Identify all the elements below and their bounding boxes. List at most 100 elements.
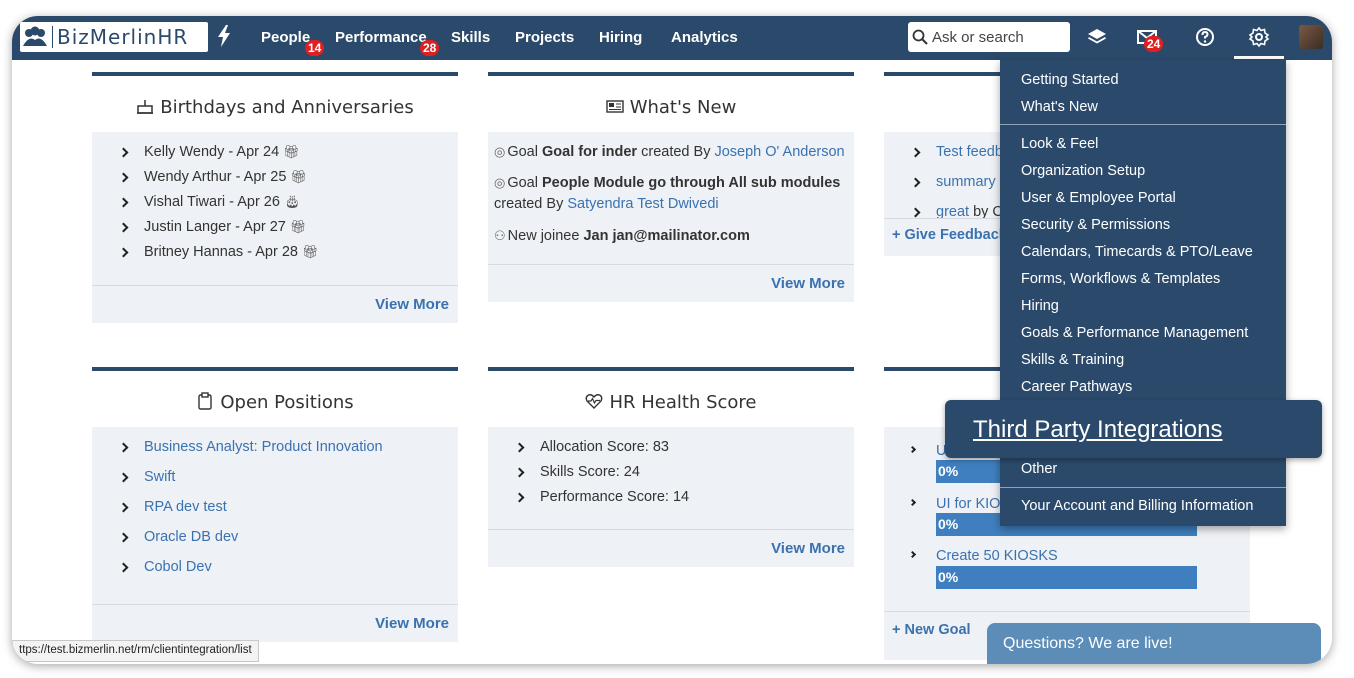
birthdays-card: Birthdays and Anniversaries Kelly Wendy … [92,72,458,323]
whats-new-view-more[interactable]: View More [488,264,854,302]
menu-item-hiring[interactable]: Hiring [1021,298,1059,314]
settings-active-indicator [1234,56,1284,59]
gift-icon: 🎁︎ [289,219,307,234]
hr-health-list: Allocation Score: 83 Skills Score: 24 Pe… [488,427,854,514]
target-icon: ◎ [494,144,506,159]
menu-item-forms[interactable]: Forms, Workflows & Templates [1021,271,1220,287]
menu-item-calendars[interactable]: Calendars, Timecards & PTO/Leave [1021,244,1253,260]
menu-item-account-billing[interactable]: Your Account and Billing Information [1021,498,1253,514]
menu-item-organization-setup[interactable]: Organization Setup [1021,163,1145,179]
search-icon [912,29,928,45]
birthday-list: Kelly Wendy - Apr 24 🎁︎ Wendy Arthur - Ap… [92,132,458,269]
newspaper-icon [605,100,624,113]
list-item: Britney Hannas - Apr 28 🎁︎ [118,244,458,269]
chevron-right-icon [908,445,917,454]
list-item: Vishal Tiwari - Apr 26 🎂︎ [118,194,458,219]
cake-icon [137,100,154,114]
menu-divider [1000,487,1286,488]
menu-item-whats-new[interactable]: What's New [1021,99,1098,115]
news-item: ◎ Goal People Module go through All sub m… [494,175,841,212]
hr-health-title: HR Health Score [488,371,854,427]
app-window: BizMerlinHR People 14 Performance 28 Ski… [12,16,1332,664]
open-positions-card: Open Positions Business Analyst: Product… [92,367,458,642]
people-badge: 14 [305,40,325,56]
list-item: Skills Score: 24 [514,464,854,489]
menu-item-skills-training[interactable]: Skills & Training [1021,352,1124,368]
menu-item-third-party-integrations[interactable]: Third Party Integrations [945,400,1322,458]
nav-performance[interactable]: Performance [335,29,427,46]
menu-item-look-feel[interactable]: Look & Feel [1021,136,1098,152]
card-title-text: Birthdays and Anniversaries [160,97,414,118]
positions-list: Business Analyst: Product Innovation Swi… [92,427,458,589]
whats-new-feed: ◎ Goal Goal for inder created By Joseph O… [488,132,854,264]
performance-badge: 28 [420,40,440,56]
chevron-right-icon [908,550,917,559]
list-item: RPA dev test [118,499,458,529]
status-bar-url: ttps://test.bizmerlin.net/rm/clientinteg… [12,640,259,662]
list-item: Allocation Score: 83 [514,439,854,464]
news-item: ◎ Goal Goal for inder created By Joseph O… [494,144,845,160]
search-input[interactable]: Ask or search [908,22,1070,52]
search-placeholder: Ask or search [932,28,1024,46]
layers-icon[interactable] [1086,26,1108,48]
target-icon: ◎ [494,175,506,190]
lightning-icon[interactable] [216,25,232,47]
brand-name: BizMerlinHR [57,25,189,49]
hr-health-view-more[interactable]: View More [488,529,854,567]
birthdays-view-more[interactable]: View More [92,285,458,323]
chevron-right-icon [908,498,917,507]
list-item: Wendy Arthur - Apr 25 🎁︎ [118,169,458,194]
gift-icon: 🎁︎ [290,169,307,184]
card-title-text: HR Health Score [609,392,757,413]
nav-analytics[interactable]: Analytics [671,29,738,46]
brand-logo[interactable]: BizMerlinHR [20,22,208,52]
menu-item-career-pathways[interactable]: Career Pathways [1021,379,1132,395]
list-item: Swift [118,469,458,499]
cake-icon: 🎂︎ [283,194,301,209]
list-item: Oracle DB dev [118,529,458,559]
card-title-text: What's New [629,97,737,118]
author-link[interactable]: Satyendra Test Dwivedi [567,196,718,212]
positions-list-area: Business Analyst: Product Innovation Swi… [92,427,458,604]
nav-projects[interactable]: Projects [515,29,574,46]
clipboard-icon [198,392,213,410]
nav-hiring[interactable]: Hiring [599,29,642,46]
help-icon[interactable] [1194,26,1216,48]
hr-health-card: HR Health Score Allocation Score: 83 Ski… [488,367,854,567]
menu-item-other[interactable]: Other [1021,461,1057,477]
menu-item-getting-started[interactable]: Getting Started [1021,72,1119,88]
hr-health-list-area: Allocation Score: 83 Skills Score: 24 Pe… [488,427,854,529]
list-item: Kelly Wendy - Apr 24 🎁︎ [118,144,458,169]
nav-people[interactable]: People [261,29,310,46]
open-positions-title: Open Positions [92,371,458,427]
birthdays-title: Birthdays and Anniversaries [92,76,458,132]
avatar[interactable] [1299,25,1323,49]
live-chat-button[interactable]: Questions? We are live! [987,623,1321,664]
people-icon: ⚇ [494,228,506,243]
whats-new-card: What's New ◎ Goal Goal for inder created … [488,72,854,302]
gear-icon[interactable] [1248,26,1270,48]
goal-progress-bar: 0% [936,566,1197,589]
heartbeat-icon [586,394,603,409]
gift-icon: 🎁︎ [301,244,319,259]
list-item: Justin Langer - Apr 27 🎁︎ [118,219,458,244]
gift-icon: 🎁︎ [283,144,300,159]
nav-skills[interactable]: Skills [451,29,490,46]
list-item: Business Analyst: Product Innovation [118,439,458,469]
list-item: Cobol Dev [118,559,458,589]
birthdays-list-area: Kelly Wendy - Apr 24 🎁︎ Wendy Arthur - Ap… [92,132,458,285]
logo-separator [52,26,53,48]
author-link[interactable]: Joseph O' Anderson [714,144,844,160]
whats-new-title: What's New [488,76,854,132]
positions-view-more[interactable]: View More [92,604,458,642]
inbox-badge: 24 [1144,36,1164,52]
top-nav-bar: BizMerlinHR People 14 Performance 28 Ski… [12,16,1332,60]
card-title-text: Open Positions [220,392,354,413]
menu-item-user-portal[interactable]: User & Employee Portal [1021,190,1176,206]
menu-divider [1000,124,1286,125]
news-item: ⚇ New joinee Jan jan@mailinator.com [494,228,750,244]
menu-item-goals-performance[interactable]: Goals & Performance Management [1021,325,1248,341]
menu-item-security[interactable]: Security & Permissions [1021,217,1170,233]
people-logo-icon [20,24,50,50]
list-item: Performance Score: 14 [514,489,854,514]
